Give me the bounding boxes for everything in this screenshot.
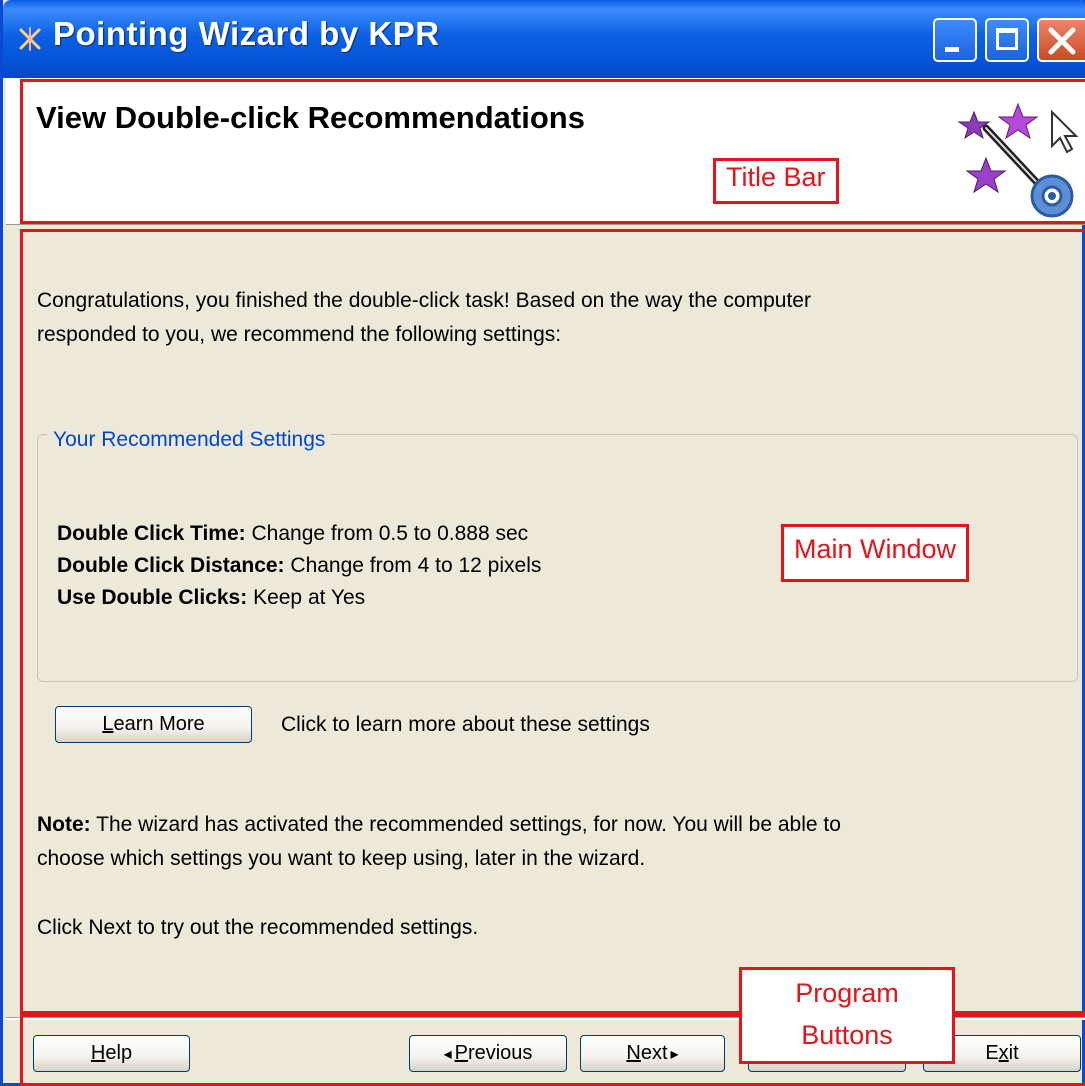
main-window-annotation: Main Window — [781, 524, 970, 582]
main-window-region-frame — [20, 229, 1085, 1014]
minimize-button[interactable] — [933, 18, 977, 62]
close-button[interactable] — [1037, 18, 1085, 62]
maximize-icon — [996, 28, 1018, 50]
program-buttons-annotation: Program Buttons — [739, 967, 955, 1064]
window-title: Pointing Wizard by KPR — [53, 15, 440, 52]
title-bar-region-frame — [20, 79, 1085, 224]
wizard-window: Pointing Wizard by KPR View Double-click… — [0, 0, 1085, 1086]
close-icon — [1048, 27, 1076, 55]
minimize-icon — [945, 47, 959, 52]
app-icon — [19, 27, 41, 51]
title-bar-annotation: Title Bar — [713, 158, 839, 204]
maximize-button[interactable] — [985, 18, 1029, 62]
window-titlebar[interactable]: Pointing Wizard by KPR — [3, 0, 1085, 78]
